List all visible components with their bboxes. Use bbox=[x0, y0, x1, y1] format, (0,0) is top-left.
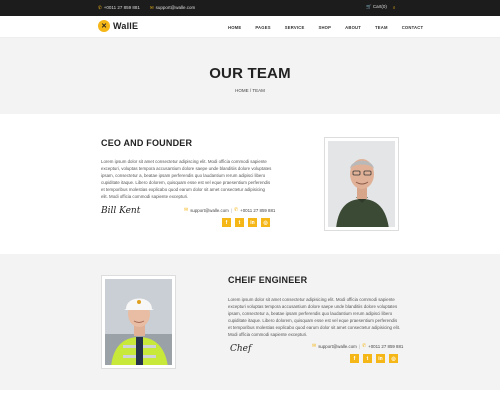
phone-icon: ✆ bbox=[233, 207, 239, 213]
topbar-email-text: support@walle.com bbox=[155, 5, 196, 10]
mail-icon: ✉ bbox=[184, 207, 189, 213]
portrait-illustration bbox=[328, 141, 395, 227]
nav-home[interactable]: HOME bbox=[228, 25, 241, 30]
nav-contact[interactable]: CONTACT bbox=[402, 25, 424, 30]
cart-icon: 🛒 bbox=[366, 4, 372, 9]
member-photo bbox=[101, 275, 176, 369]
member-contact: ✉ support@walle.com | ✆ +0011 27 859 881 bbox=[184, 207, 275, 213]
portrait-image bbox=[105, 279, 172, 365]
member-email[interactable]: support@walle.com bbox=[318, 344, 357, 349]
brand-name: WallE bbox=[113, 21, 139, 31]
member-contact: ✉ support@walle.com | ✆ +0011 27 859 881 bbox=[312, 343, 403, 349]
topbar-contact: ✆ +0011 27 859 881 ✉ support@walle.com bbox=[98, 5, 195, 11]
facebook-icon[interactable]: f bbox=[350, 354, 359, 363]
member-role: CEO AND FOUNDER bbox=[101, 138, 193, 148]
topbar-right: 🛒 Cart(0) ⌕ bbox=[366, 4, 395, 10]
logo-mark-icon: ✕ bbox=[98, 20, 110, 32]
topbar-phone[interactable]: ✆ +0011 27 859 881 bbox=[98, 5, 140, 11]
nav-pages[interactable]: PAGES bbox=[255, 25, 270, 30]
main-navbar: ✕ WallE HOME PAGES SERVICE SHOP ABOUT TE… bbox=[0, 16, 500, 38]
separator: | bbox=[358, 343, 360, 349]
topbar-phone-text: +0011 27 859 881 bbox=[103, 5, 140, 10]
member-phone[interactable]: +0011 27 859 881 bbox=[368, 344, 403, 349]
nav-about[interactable]: ABOUT bbox=[345, 25, 361, 30]
cart-link[interactable]: 🛒 Cart(0) bbox=[366, 4, 387, 10]
phone-icon: ✆ bbox=[361, 343, 367, 349]
member-photo bbox=[324, 137, 399, 231]
mail-icon: ✉ bbox=[312, 343, 317, 349]
team-member-engineer: CHEIF ENGINEER Lorem ipsum dolor sit ame… bbox=[0, 254, 500, 390]
linkedin-icon[interactable]: in bbox=[248, 218, 257, 227]
member-bio: Lorem ipsum dolor sit amet consectetur a… bbox=[101, 159, 272, 199]
cart-label: Cart(0) bbox=[372, 4, 387, 9]
team-member-ceo: CEO AND FOUNDER Lorem ipsum dolor sit am… bbox=[0, 114, 500, 254]
topbar-email[interactable]: ✉ support@walle.com bbox=[150, 5, 195, 11]
top-bar: ✆ +0011 27 859 881 ✉ support@walle.com 🛒 C… bbox=[0, 0, 500, 16]
separator: | bbox=[230, 207, 232, 213]
search-icon[interactable]: ⌕ bbox=[393, 5, 396, 10]
portrait-illustration bbox=[105, 279, 172, 365]
mail-icon: ✉ bbox=[149, 5, 154, 10]
member-bio: Lorem ipsum dolor sit amet consectetur a… bbox=[228, 297, 401, 337]
brand-logo[interactable]: ✕ WallE bbox=[98, 20, 138, 32]
social-links: f t in ◎ bbox=[222, 218, 270, 227]
portrait-image bbox=[328, 141, 395, 227]
nav-service[interactable]: SERVICE bbox=[285, 25, 305, 30]
member-email[interactable]: support@walle.com bbox=[190, 208, 229, 213]
member-phone[interactable]: +0011 27 859 881 bbox=[240, 208, 275, 213]
member-signature: Chef bbox=[230, 344, 252, 354]
breadcrumb: HOME / TEAM bbox=[235, 88, 265, 93]
main-menu: HOME PAGES SERVICE SHOP ABOUT TEAM CONTA… bbox=[228, 25, 437, 30]
page-title: OUR TEAM bbox=[209, 65, 291, 82]
phone-icon: ✆ bbox=[98, 5, 102, 10]
page-banner: OUR TEAM HOME / TEAM bbox=[0, 38, 500, 114]
member-signature: Bill Kent bbox=[101, 206, 141, 216]
nav-shop[interactable]: SHOP bbox=[318, 25, 331, 30]
instagram-icon[interactable]: ◎ bbox=[389, 354, 398, 363]
twitter-icon[interactable]: t bbox=[235, 218, 244, 227]
twitter-icon[interactable]: t bbox=[363, 354, 372, 363]
linkedin-icon[interactable]: in bbox=[376, 354, 385, 363]
social-links: f t in ◎ bbox=[350, 354, 398, 363]
member-role: CHEIF ENGINEER bbox=[228, 275, 308, 285]
nav-team[interactable]: TEAM bbox=[375, 25, 388, 30]
facebook-icon[interactable]: f bbox=[222, 218, 231, 227]
instagram-icon[interactable]: ◎ bbox=[261, 218, 270, 227]
